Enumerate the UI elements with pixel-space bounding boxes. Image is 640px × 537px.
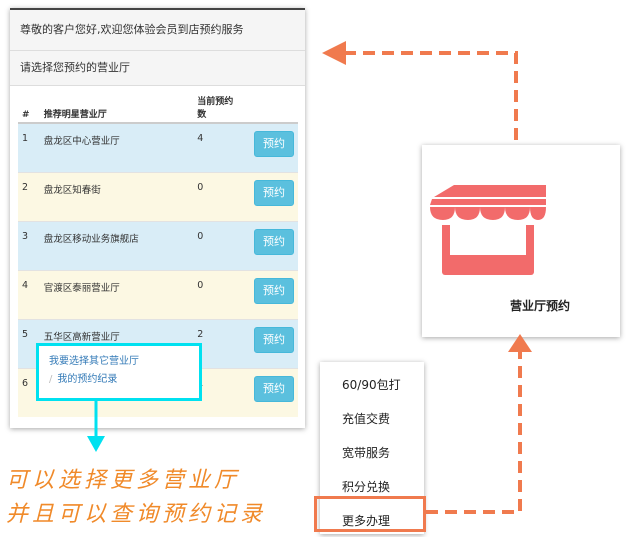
annotation-arrows: [87, 41, 532, 514]
annotation-line2: 并且可以查询预约记录: [6, 502, 267, 527]
annotation-line1: 可以选择更多营业厅: [6, 468, 241, 493]
